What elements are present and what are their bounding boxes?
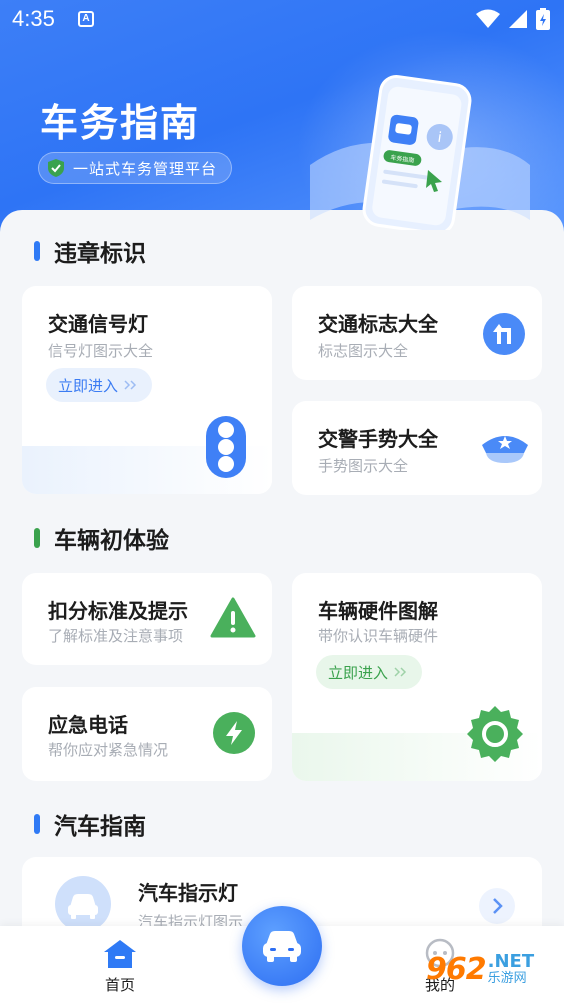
enter-button-label: 立即进入 bbox=[58, 376, 119, 395]
card-subtitle: 带你认识车辆硬件 bbox=[318, 627, 439, 645]
wifi-icon bbox=[476, 9, 500, 28]
phone-illustration: i 车务指南 bbox=[310, 75, 530, 230]
watermark-cn: 乐游网 bbox=[487, 970, 527, 986]
section-accent-bar bbox=[34, 241, 40, 261]
points-standard-card[interactable]: 扣分标准及提示 了解标准及注意事项 bbox=[22, 573, 272, 665]
subtitle-text: 一站式车务管理平台 bbox=[73, 159, 218, 178]
chevron-right-icon[interactable] bbox=[478, 887, 516, 925]
section-title-text: 汽车指南 bbox=[54, 814, 146, 840]
section-title-guide: 汽车指南 bbox=[34, 807, 146, 841]
police-gesture-card[interactable]: 交警手势大全 手势图示大全 bbox=[292, 401, 542, 495]
center-car-button[interactable] bbox=[242, 906, 322, 986]
card-title: 交通信号灯 bbox=[48, 312, 148, 336]
section-title-text: 车辆初体验 bbox=[54, 528, 169, 554]
gear-icon bbox=[467, 706, 523, 762]
card-title: 车辆硬件图解 bbox=[318, 599, 438, 623]
watermark-number: 962 bbox=[426, 952, 487, 987]
section-title-text: 违章标识 bbox=[54, 241, 146, 267]
card-title: 交通标志大全 bbox=[318, 312, 438, 336]
warning-icon bbox=[210, 597, 256, 638]
hardware-card[interactable]: 车辆硬件图解 带你认识车辆硬件 立即进入 bbox=[292, 573, 542, 781]
card-subtitle: 手势图示大全 bbox=[318, 457, 409, 475]
battery-icon bbox=[536, 8, 550, 30]
card-subtitle: 信号灯图示大全 bbox=[48, 342, 154, 360]
status-time: 4:35 bbox=[12, 6, 55, 31]
police-cap-icon bbox=[482, 436, 528, 463]
nav-home-label: 首页 bbox=[104, 976, 135, 994]
traffic-light-card[interactable]: 交通信号灯 信号灯图示大全 立即进入 bbox=[22, 286, 272, 494]
card-subtitle: 了解标准及注意事项 bbox=[48, 627, 184, 645]
double-chevron-icon bbox=[394, 667, 407, 677]
subtitle-pill: 一站式车务管理平台 bbox=[38, 152, 233, 184]
lightning-icon bbox=[213, 712, 255, 754]
notification-icon: A bbox=[78, 11, 94, 27]
enter-button[interactable]: 立即进入 bbox=[316, 655, 423, 689]
section-accent-bar bbox=[34, 528, 40, 548]
card-subtitle: 帮你应对紧急情况 bbox=[48, 741, 169, 759]
status-bar: 4:35 A bbox=[0, 0, 564, 40]
status-icons bbox=[476, 8, 550, 30]
watermark-logo: 962 .NET 乐游网 bbox=[426, 952, 534, 987]
watermark-domain: .NET bbox=[487, 950, 535, 972]
traffic-sign-card[interactable]: 交通标志大全 标志图示大全 bbox=[292, 286, 542, 380]
turn-sign-icon bbox=[483, 313, 525, 355]
double-chevron-icon bbox=[124, 380, 137, 390]
emergency-call-card[interactable]: 应急电话 帮你应对紧急情况 bbox=[22, 687, 272, 781]
section-accent-bar bbox=[34, 814, 40, 834]
enter-button-label: 立即进入 bbox=[328, 663, 389, 682]
card-title: 扣分标准及提示 bbox=[48, 599, 188, 623]
section-title-vehicle: 车辆初体验 bbox=[34, 521, 169, 555]
signal-icon bbox=[509, 10, 527, 28]
card-title: 应急电话 bbox=[48, 713, 128, 737]
section-title-violation: 违章标识 bbox=[34, 234, 146, 268]
list-item-title: 汽车指示灯 bbox=[138, 881, 238, 905]
car-icon bbox=[263, 931, 301, 962]
card-subtitle: 标志图示大全 bbox=[318, 342, 409, 360]
car-icon bbox=[55, 876, 111, 932]
shield-check-icon bbox=[48, 159, 64, 177]
traffic-light-icon bbox=[206, 416, 246, 478]
nav-home[interactable]: 首页 bbox=[102, 938, 138, 995]
app-title: 车务指南 bbox=[40, 101, 201, 145]
enter-button[interactable]: 立即进入 bbox=[46, 368, 153, 402]
home-icon bbox=[104, 940, 136, 968]
card-title: 交警手势大全 bbox=[318, 427, 438, 451]
